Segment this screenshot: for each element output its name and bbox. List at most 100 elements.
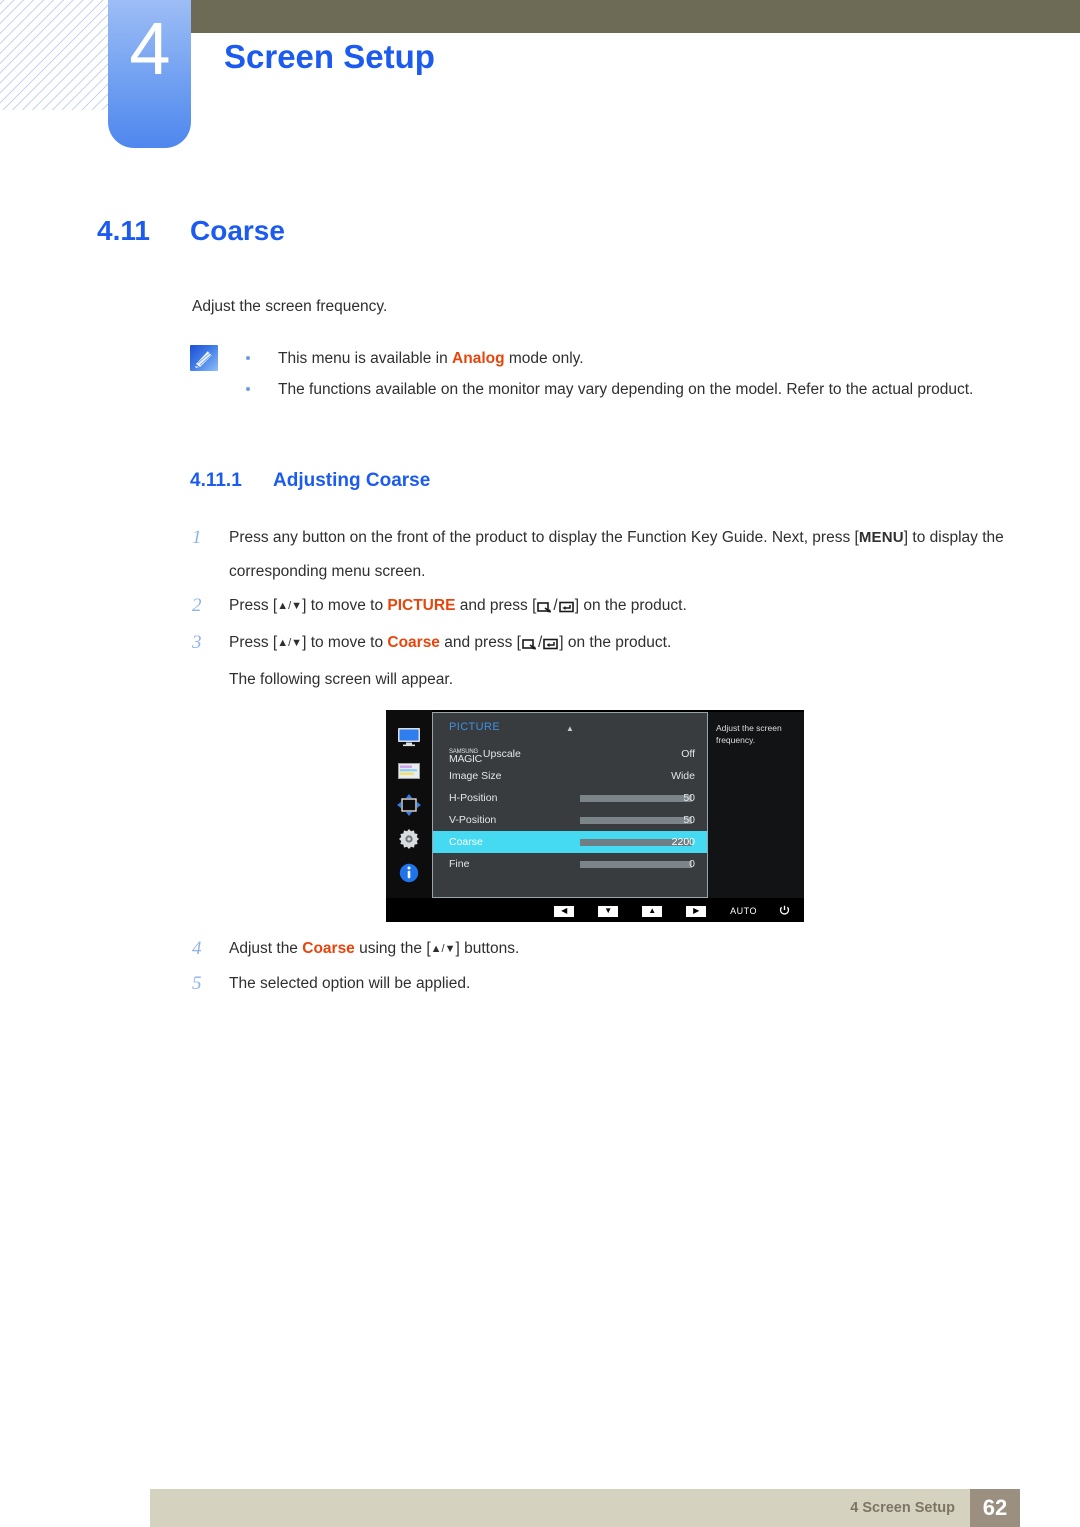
section-number: 4.11: [97, 215, 150, 246]
footer-chapter-label: 4 Screen Setup: [850, 1500, 955, 1516]
osd-slider[interactable]: [580, 860, 692, 868]
step-highlight: Coarse: [302, 940, 355, 957]
footer-bar: 4 Screen Setup 62: [150, 1489, 1020, 1527]
left-arrow-button[interactable]: ◀: [554, 905, 575, 917]
bullet-dot: [246, 356, 250, 360]
slash-separator: /: [537, 634, 543, 651]
bullet-dot: [246, 387, 250, 391]
step-text-1: Press any button on the front of the pro…: [229, 529, 859, 546]
color-bars-icon[interactable]: [394, 758, 424, 784]
osd-row-value: 2200: [671, 836, 695, 848]
chapter-number: 4: [129, 7, 170, 90]
step-text-4: ] on the product.: [559, 634, 672, 651]
section-intro: Adjust the screen frequency.: [192, 298, 388, 315]
osd-row-label: H-Position: [449, 792, 498, 804]
samsung-magic-logo: SAMSUNG MAGIC: [449, 749, 482, 765]
note-pencil-icon: [190, 345, 218, 371]
osd-row-label: V-Position: [449, 814, 497, 826]
osd-row-label: Coarse: [449, 836, 483, 848]
note-text-suffix: mode only.: [504, 350, 584, 367]
step-item: 5 The selected option will be applied.: [188, 967, 1018, 1001]
osd-row-value: Off: [681, 748, 695, 760]
osd-row-value: 50: [683, 814, 695, 826]
step-number: 3: [192, 632, 202, 653]
chapter-title: Screen Setup: [224, 38, 435, 75]
osd-row-value: 0: [689, 858, 695, 870]
step-number: 1: [192, 527, 202, 548]
osd-scroll-up-icon[interactable]: ▲: [566, 725, 574, 733]
step-text-3: and press [: [439, 634, 521, 651]
step-text-2: ] to move to: [302, 597, 388, 614]
steps-list-bottom: 4 Adjust the Coarse using the [▲/▼] butt…: [188, 932, 1018, 1001]
updown-arrow-icon: ▲/▼: [277, 600, 303, 612]
down-arrow-button[interactable]: ▼: [598, 905, 619, 917]
up-arrow-button[interactable]: ▲: [642, 905, 663, 917]
note-list: This menu is available in Analog mode on…: [243, 343, 1003, 405]
footer-page-number: 62: [970, 1489, 1020, 1527]
step-number: 2: [192, 595, 202, 616]
step-extra-text: The following screen will appear.: [229, 671, 454, 688]
step-highlight: Coarse: [387, 634, 440, 651]
osd-slider[interactable]: [580, 794, 692, 802]
note-item: This menu is available in Analog mode on…: [243, 343, 1003, 374]
osd-row-v-position[interactable]: V-Position 50: [433, 809, 707, 831]
osd-screenshot: PICTURE ▲ SAMSUNG MAGIC Upscale Off Imag…: [386, 710, 804, 922]
header-olive-bar: [150, 0, 1080, 33]
osd-panel: PICTURE ▲ SAMSUNG MAGIC Upscale Off Imag…: [432, 712, 708, 898]
power-icon[interactable]: [779, 905, 790, 918]
key-menu-label: MENU: [858, 529, 904, 546]
osd-sidebar: [386, 710, 432, 898]
magic-big-text: MAGIC: [449, 753, 482, 765]
info-icon[interactable]: [394, 860, 424, 886]
subsection-number: 4.11.1: [190, 470, 242, 491]
step-text-2: using the [: [354, 940, 431, 957]
section-heading: 4.11 Coarse: [97, 215, 285, 247]
step-number: 4: [192, 938, 202, 959]
updown-arrow-icon: ▲/▼: [277, 637, 303, 649]
slash-separator: /: [553, 597, 558, 614]
osd-row-image-size[interactable]: Image Size Wide: [433, 765, 707, 787]
section-title: Coarse: [190, 215, 285, 246]
monitor-icon[interactable]: [394, 724, 424, 750]
subsection-title: Adjusting Coarse: [273, 470, 431, 491]
osd-description-panel: Adjust the screen frequency.: [708, 712, 804, 898]
source-button-icon: [522, 629, 537, 663]
osd-row-value: 50: [683, 792, 695, 804]
step-text-1: Press [: [229, 597, 278, 614]
updown-arrow-icon: ▲/▼: [430, 943, 456, 955]
step-number: 5: [192, 973, 202, 994]
step-highlight: PICTURE: [387, 597, 456, 614]
step-text-3: ] buttons.: [455, 940, 520, 957]
note-highlight: Analog: [452, 350, 505, 367]
osd-row-value: Wide: [671, 770, 695, 782]
note-text-prefix: The functions available on the monitor m…: [278, 381, 974, 398]
osd-row-coarse[interactable]: Coarse 2200: [433, 831, 707, 853]
step-item: 2 Press [▲/▼] to move to PICTURE and pre…: [188, 589, 1018, 626]
note-item: The functions available on the monitor m…: [243, 374, 1023, 405]
osd-row-label: Upscale: [482, 748, 521, 760]
osd-row-label: Fine: [449, 858, 470, 870]
step-text-1: The selected option will be applied.: [229, 975, 471, 992]
note-text-prefix: This menu is available in: [278, 350, 453, 367]
source-button-icon: [537, 592, 552, 626]
step-item: 4 Adjust the Coarse using the [▲/▼] butt…: [188, 932, 1018, 967]
right-arrow-button[interactable]: ▶: [686, 905, 707, 917]
enter-button-icon: [558, 592, 574, 626]
position-arrows-icon[interactable]: [394, 792, 424, 818]
auto-button[interactable]: AUTO: [730, 906, 757, 916]
enter-button-icon: [543, 629, 559, 663]
osd-row-magic-upscale[interactable]: SAMSUNG MAGIC Upscale Off: [433, 743, 707, 765]
step-text-3: and press [: [455, 597, 537, 614]
subsection-heading: 4.11.1 Adjusting Coarse: [190, 470, 430, 492]
step-item: 3 Press [▲/▼] to move to Coarse and pres…: [188, 626, 1018, 697]
osd-row-fine[interactable]: Fine 0: [433, 853, 707, 875]
step-text-4: ] on the product.: [574, 597, 687, 614]
steps-list-top: 1 Press any button on the front of the p…: [188, 521, 1018, 697]
osd-row-h-position[interactable]: H-Position 50: [433, 787, 707, 809]
step-text-1: Adjust the: [229, 940, 303, 957]
gear-icon[interactable]: [394, 826, 424, 852]
osd-rows: SAMSUNG MAGIC Upscale Off Image Size Wid…: [433, 743, 707, 875]
step-text-1: Press [: [229, 634, 278, 651]
step-item: 1 Press any button on the front of the p…: [188, 521, 1047, 589]
osd-slider[interactable]: [580, 816, 692, 824]
